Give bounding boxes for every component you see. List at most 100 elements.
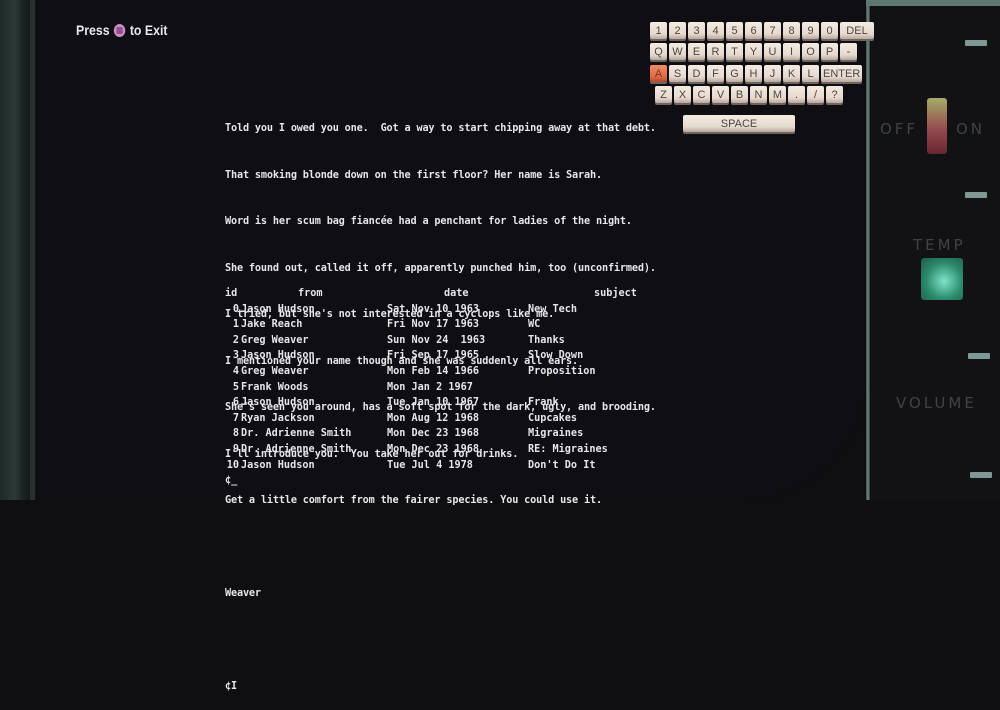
key-k[interactable]: K [783,65,800,82]
mail-from: Greg Weaver [241,365,309,377]
key-u[interactable]: U [764,43,781,60]
mail-from: Jake Reach [241,319,303,331]
key-i[interactable]: I [783,43,800,60]
key-t[interactable]: T [726,43,743,60]
key-p[interactable]: P [821,43,838,60]
key-3[interactable]: 3 [688,22,705,39]
mail-row[interactable]: 4 Greg Weaver Mon Feb 14 1966 Proposition [225,365,596,382]
mail-row[interactable]: 2 Greg Weaver Sun Nov 24 1963 Thanks [225,335,565,351]
exit-hint: Press to Exit [76,22,167,38]
key-l[interactable]: L [802,65,819,82]
power-switch[interactable] [927,98,947,154]
key-s[interactable]: S [669,65,686,82]
mail-row[interactable]: 10 Jason Hudson Tue Jul 4 1978 Don't Do It [225,459,596,476]
command-line: ¢I [225,681,237,692]
mail-from: Greg Weaver [241,334,309,346]
mail-date: Sun Nov 24 1963 [387,334,486,346]
mail-from: Frank Woods [241,381,309,393]
mail-row[interactable]: 6 Jason Hudson Tue Jan 10 1967 Frank [225,397,559,413]
header-date: date [444,288,469,299]
mail-date: Mon Aug 12 1968 [387,412,480,424]
key-2[interactable]: 2 [669,22,686,39]
key-del[interactable]: DEL [840,22,874,39]
key-w[interactable]: W [669,43,686,60]
key-f[interactable]: F [707,65,724,82]
key-7[interactable]: 7 [764,22,781,39]
key-a[interactable]: A [650,65,667,82]
mail-row[interactable]: 3 Jason Hudson Fri Sep 17 1965 Slow Down [225,350,583,366]
mail-subject: Thanks [528,334,565,346]
mail-subject: Frank [528,397,559,409]
panel-indicator [968,353,990,359]
key-enter[interactable]: ENTER [821,65,863,82]
mail-id: 5 [232,381,239,393]
key-6[interactable]: 6 [745,22,762,39]
key-5[interactable]: 5 [726,22,743,39]
key-q[interactable]: Q [650,43,667,60]
mail-from: Jason Hudson [241,303,315,315]
mail-row[interactable]: 1 Jake Reach Fri Nov 17 1963 WC [225,319,540,335]
mail-date: Mon Dec 23 1968 [387,443,480,455]
key-1[interactable]: 1 [650,22,667,39]
mail-id: 7 [232,412,239,424]
message-signature: Weaver [225,588,261,599]
key-space[interactable]: SPACE [683,115,795,132]
key-8[interactable]: 8 [783,22,800,39]
key-h[interactable]: H [745,65,762,82]
power-on-label: ON [956,120,986,138]
mail-list-header: id from date subject [225,288,637,304]
mail-row[interactable]: 9 Dr. Adrienne Smith Mon Dec 23 1968 RE: Mi… [225,443,608,460]
keyboard-row: 1 2 3 4 5 6 7 8 9 0 DEL [650,22,874,39]
key-slash[interactable]: / [807,86,824,103]
mail-row[interactable]: 7 Ryan Jackson Mon Aug 12 1968 Cupcakes [225,412,577,429]
key-j[interactable]: J [764,65,781,82]
panel-indicator [965,40,987,46]
key-b[interactable]: B [731,86,748,103]
key-9[interactable]: 9 [802,22,819,39]
mail-from: Jason Hudson [241,350,315,362]
key-r[interactable]: R [707,43,724,60]
key-dash[interactable]: - [840,43,857,60]
mail-subject: WC [528,319,541,331]
key-d[interactable]: D [688,65,705,82]
keyboard-row: QWERTYUIOP- [650,43,857,60]
mail-date: Mon Feb 14 1966 [387,365,480,377]
mail-from: Dr. Adrienne Smith [241,428,352,440]
volume-label: VOLUME [896,394,977,412]
mail-subject: Don't Do It [528,459,596,471]
mail-row[interactable]: 8 Dr. Adrienne Smith Mon Dec 23 1968 Migrai… [225,428,583,444]
mail-row[interactable]: 5 Frank Woods Mon Jan 2 1967 [225,381,473,398]
mail-date: Mon Jan 2 1967 [387,381,473,393]
mail-subject: New Tech [528,303,578,315]
mail-from: Jason Hudson [241,397,315,409]
key-4[interactable]: 4 [707,22,724,39]
power-off-label: OFF [880,120,919,138]
message-line: That smoking blonde down on the first fl… [225,169,602,181]
key-n[interactable]: N [750,86,767,103]
key-0[interactable]: 0 [821,22,838,39]
mail-row[interactable]: 0 Jason Hudson Sat Nov 10 1963 New Tech [225,304,577,320]
key-e[interactable]: E [688,43,705,60]
mail-id: 4 [232,365,239,377]
monitor-bezel-edge [30,0,35,500]
key-o[interactable]: O [802,43,819,60]
message-line: Told you I owed you one. Got a way to st… [225,123,656,134]
mail-subject: Cupcakes [528,412,578,424]
key-y[interactable]: Y [745,43,762,60]
panel-indicator [970,472,992,478]
key-v[interactable]: V [712,86,729,103]
key-period[interactable]: . [788,86,805,103]
keyboard-row: Z X C V B N M. /? [655,86,843,103]
message-line: She found out, called it off, apparently… [225,262,656,274]
key-x[interactable]: X [674,86,691,103]
mail-date: Mon Dec 23 1968 [387,428,480,440]
mail-id: 10 [226,459,239,471]
key-z[interactable]: Z [655,86,672,103]
key-c[interactable]: C [693,86,710,103]
key-g[interactable]: G [726,65,743,82]
command-prompt[interactable]: ¢_ [225,475,237,486]
key-m[interactable]: M [769,86,786,103]
key-question[interactable]: ? [826,86,843,103]
mail-id: 3 [232,350,239,362]
mail-id: 9 [232,443,239,455]
